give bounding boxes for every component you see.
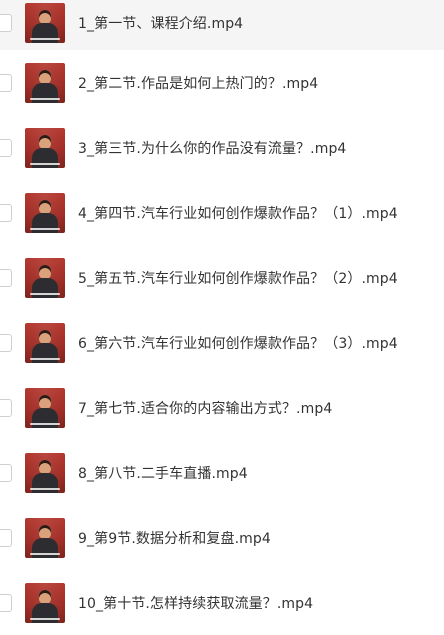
video-thumbnail [25, 517, 65, 558]
presenter-body [32, 602, 58, 623]
file-row[interactable]: 1_第一节、课程介绍.mp4 [0, 0, 444, 50]
thumbnail-caption-bar [30, 357, 60, 360]
video-thumbnail [25, 62, 65, 103]
file-row[interactable]: 2_第二节.作品是如何上热门的？.mp4 [0, 50, 444, 115]
presenter-head [39, 329, 51, 344]
file-name: 8_第八节.二手车直播.mp4 [78, 465, 248, 482]
presenter-body [32, 407, 58, 428]
thumbnail-caption-bar [30, 38, 60, 40]
file-name: 10_第十节.怎样持续获取流量？.mp4 [78, 595, 314, 612]
file-name: 6_第六节.汽车行业如何创作爆款作品？（3）.mp4 [78, 335, 398, 352]
row-checkbox[interactable] [0, 463, 12, 482]
file-name: 9_第9节.数据分析和复盘.mp4 [78, 530, 271, 547]
row-checkbox[interactable] [0, 203, 12, 222]
file-name: 5_第五节.汽车行业如何创作爆款作品？（2）.mp4 [78, 270, 398, 287]
presenter-body [32, 23, 58, 43]
presenter-body [32, 277, 58, 298]
video-thumbnail [25, 582, 65, 623]
file-list: 1_第一节、课程介绍.mp4 2_第二节.作品是如何上热门的？.mp4 3_第三… [0, 0, 444, 635]
file-name: 4_第四节.汽车行业如何创作爆款作品？（1）.mp4 [78, 205, 398, 222]
row-checkbox[interactable] [0, 138, 12, 157]
presenter-body [32, 82, 58, 103]
thumbnail-caption-bar [30, 292, 60, 295]
thumbnail-caption-bar [30, 617, 60, 620]
file-row[interactable]: 3_第三节.为什么你的作品没有流量？.mp4 [0, 115, 444, 180]
file-row[interactable]: 10_第十节.怎样持续获取流量？.mp4 [0, 570, 444, 635]
presenter-head [39, 69, 51, 84]
thumbnail-caption-bar [30, 227, 60, 230]
presenter-head [39, 394, 51, 409]
presenter-body [32, 147, 58, 168]
file-name: 2_第二节.作品是如何上热门的？.mp4 [78, 75, 319, 92]
presenter-body [32, 342, 58, 363]
file-row[interactable]: 4_第四节.汽车行业如何创作爆款作品？（1）.mp4 [0, 180, 444, 245]
row-checkbox[interactable] [0, 14, 12, 32]
thumbnail-caption-bar [30, 487, 60, 490]
video-thumbnail [25, 387, 65, 428]
thumbnail-caption-bar [30, 162, 60, 165]
video-thumbnail [25, 322, 65, 363]
presenter-body [32, 537, 58, 558]
row-checkbox[interactable] [0, 398, 12, 417]
video-thumbnail [25, 127, 65, 168]
row-checkbox[interactable] [0, 528, 12, 547]
file-row[interactable]: 5_第五节.汽车行业如何创作爆款作品？（2）.mp4 [0, 245, 444, 310]
file-row[interactable]: 6_第六节.汽车行业如何创作爆款作品？（3）.mp4 [0, 310, 444, 375]
video-thumbnail [25, 192, 65, 233]
presenter-head [39, 264, 51, 279]
presenter-head [39, 10, 51, 24]
presenter-body [32, 212, 58, 233]
row-checkbox[interactable] [0, 73, 12, 92]
thumbnail-caption-bar [30, 422, 60, 425]
file-name: 7_第七节.适合你的内容输出方式？.mp4 [78, 400, 333, 417]
presenter-body [32, 472, 58, 493]
row-checkbox[interactable] [0, 333, 12, 352]
file-row[interactable]: 7_第七节.适合你的内容输出方式？.mp4 [0, 375, 444, 440]
presenter-head [39, 524, 51, 539]
presenter-head [39, 134, 51, 149]
presenter-head [39, 589, 51, 604]
thumbnail-caption-bar [30, 552, 60, 555]
presenter-head [39, 199, 51, 214]
thumbnail-caption-bar [30, 97, 60, 100]
presenter-head [39, 459, 51, 474]
file-row[interactable]: 9_第9节.数据分析和复盘.mp4 [0, 505, 444, 570]
file-row[interactable]: 8_第八节.二手车直播.mp4 [0, 440, 444, 505]
video-thumbnail [25, 257, 65, 298]
file-name: 1_第一节、课程介绍.mp4 [78, 16, 244, 32]
video-thumbnail [25, 3, 65, 43]
row-checkbox[interactable] [0, 268, 12, 287]
row-checkbox[interactable] [0, 593, 12, 612]
file-name: 3_第三节.为什么你的作品没有流量？.mp4 [78, 140, 347, 157]
video-thumbnail [25, 452, 65, 493]
